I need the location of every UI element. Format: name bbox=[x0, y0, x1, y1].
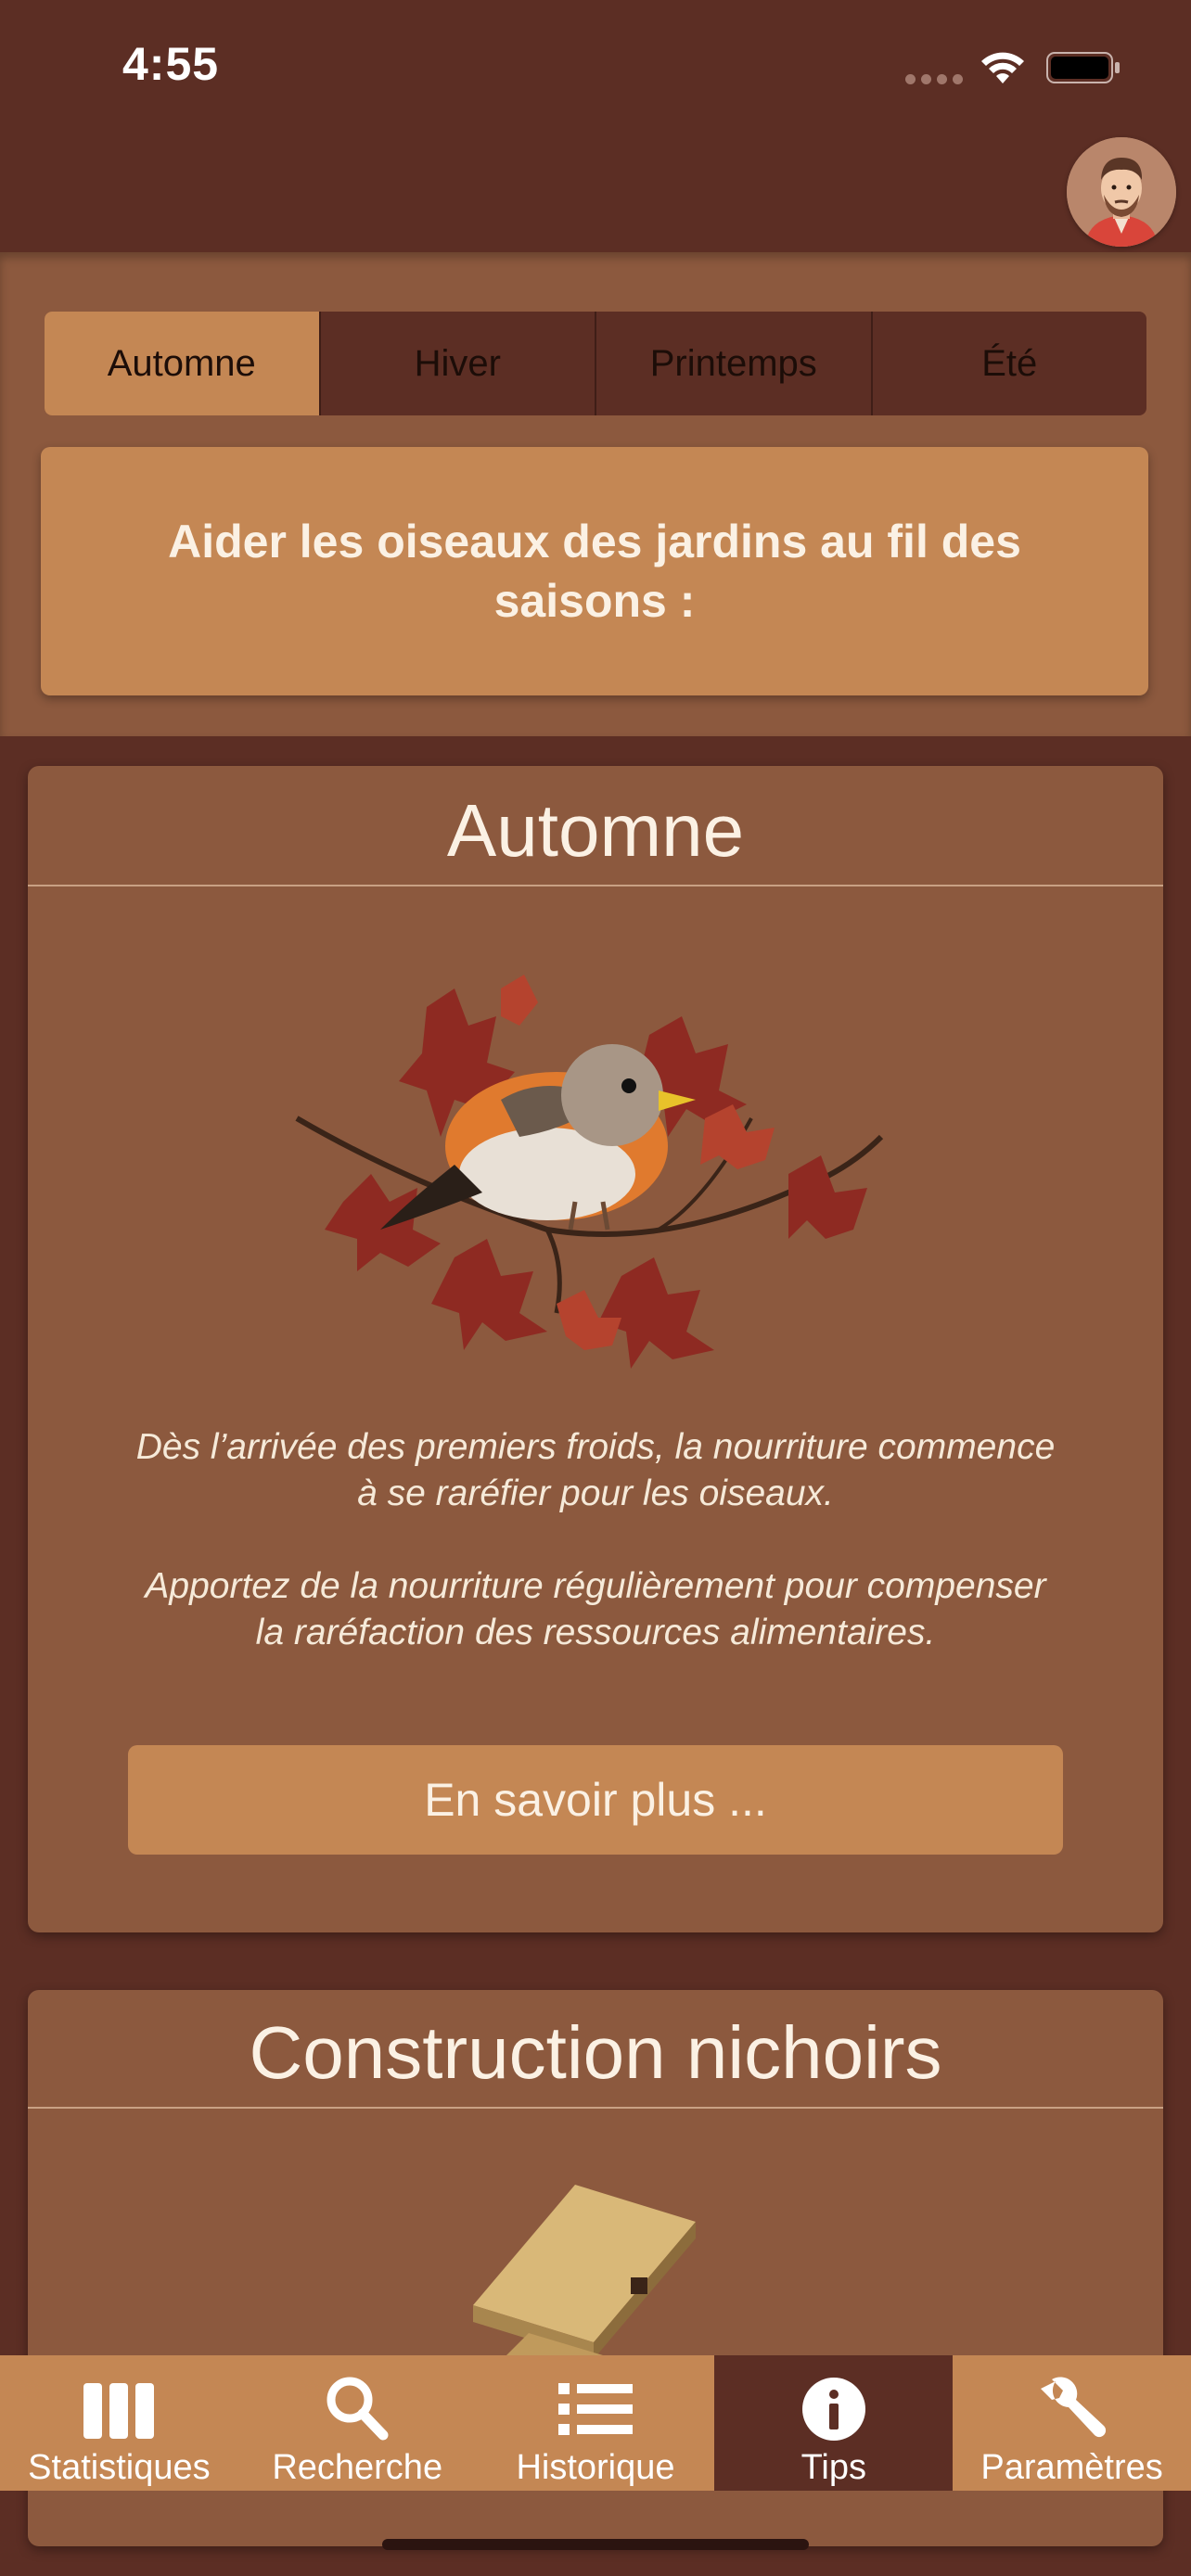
tab-tips-label: Tips bbox=[800, 2448, 866, 2487]
autumn-paragraph-2: Apportez de la nourriture régulièrement … bbox=[145, 1566, 1046, 1652]
tab-historique[interactable]: Historique bbox=[476, 2355, 715, 2491]
bird-on-branch-illustration bbox=[295, 975, 884, 1369]
intro-card: Aider les oiseaux des jardins au fil des… bbox=[41, 447, 1148, 695]
intro-title: Aider les oiseaux des jardins au fil des… bbox=[168, 516, 1021, 627]
tab-statistiques-label: Statistiques bbox=[28, 2448, 211, 2487]
home-indicator[interactable] bbox=[382, 2539, 809, 2550]
cellular-signal-icon bbox=[905, 74, 963, 85]
list-icon bbox=[557, 2383, 633, 2435]
bars-icon bbox=[83, 2383, 155, 2439]
segment-automne[interactable]: Automne bbox=[45, 312, 319, 415]
autumn-paragraph-1: Dès l’arrivée des premiers froids, la no… bbox=[135, 1427, 1056, 1513]
segment-printemps[interactable]: Printemps bbox=[595, 312, 871, 415]
tab-parametres[interactable]: Paramètres bbox=[953, 2355, 1191, 2491]
segment-ete[interactable]: Été bbox=[870, 312, 1147, 415]
tab-recherche[interactable]: Recherche bbox=[237, 2355, 477, 2491]
info-icon bbox=[801, 2378, 865, 2441]
tab-statistiques[interactable]: Statistiques bbox=[0, 2355, 238, 2491]
tab-tips[interactable]: Tips bbox=[714, 2355, 954, 2491]
autumn-card: Automne Dès l’arrivée des premiers froid… bbox=[28, 766, 1163, 1932]
battery-icon bbox=[1046, 52, 1120, 83]
profile-avatar-button[interactable] bbox=[1067, 137, 1176, 247]
avatar-illustration bbox=[1067, 137, 1176, 247]
autumn-description: Dès l’arrivée des premiers froids, la no… bbox=[130, 1424, 1061, 1702]
tab-parametres-label: Paramètres bbox=[980, 2448, 1163, 2487]
nest-card-title: Construction nichoirs bbox=[249, 2011, 942, 2094]
card-divider bbox=[28, 885, 1163, 886]
status-time: 4:55 bbox=[122, 38, 220, 90]
tab-historique-label: Historique bbox=[516, 2448, 675, 2487]
tab-bar: Statistiques Recherche Historique Tips P… bbox=[0, 2355, 1191, 2491]
segment-hiver[interactable]: Hiver bbox=[318, 312, 596, 415]
tab-recherche-label: Recherche bbox=[272, 2448, 443, 2487]
search-icon bbox=[327, 2377, 389, 2441]
learn-more-button[interactable]: En savoir plus ... bbox=[128, 1745, 1063, 1855]
wrench-icon bbox=[1040, 2377, 1106, 2438]
birdhouse-illustration bbox=[473, 2185, 696, 2361]
autumn-card-title: Automne bbox=[446, 789, 745, 872]
wifi-icon bbox=[981, 52, 1024, 83]
season-segmented-control: Automne Hiver Printemps Été bbox=[45, 312, 1146, 415]
card-divider bbox=[28, 2107, 1163, 2109]
